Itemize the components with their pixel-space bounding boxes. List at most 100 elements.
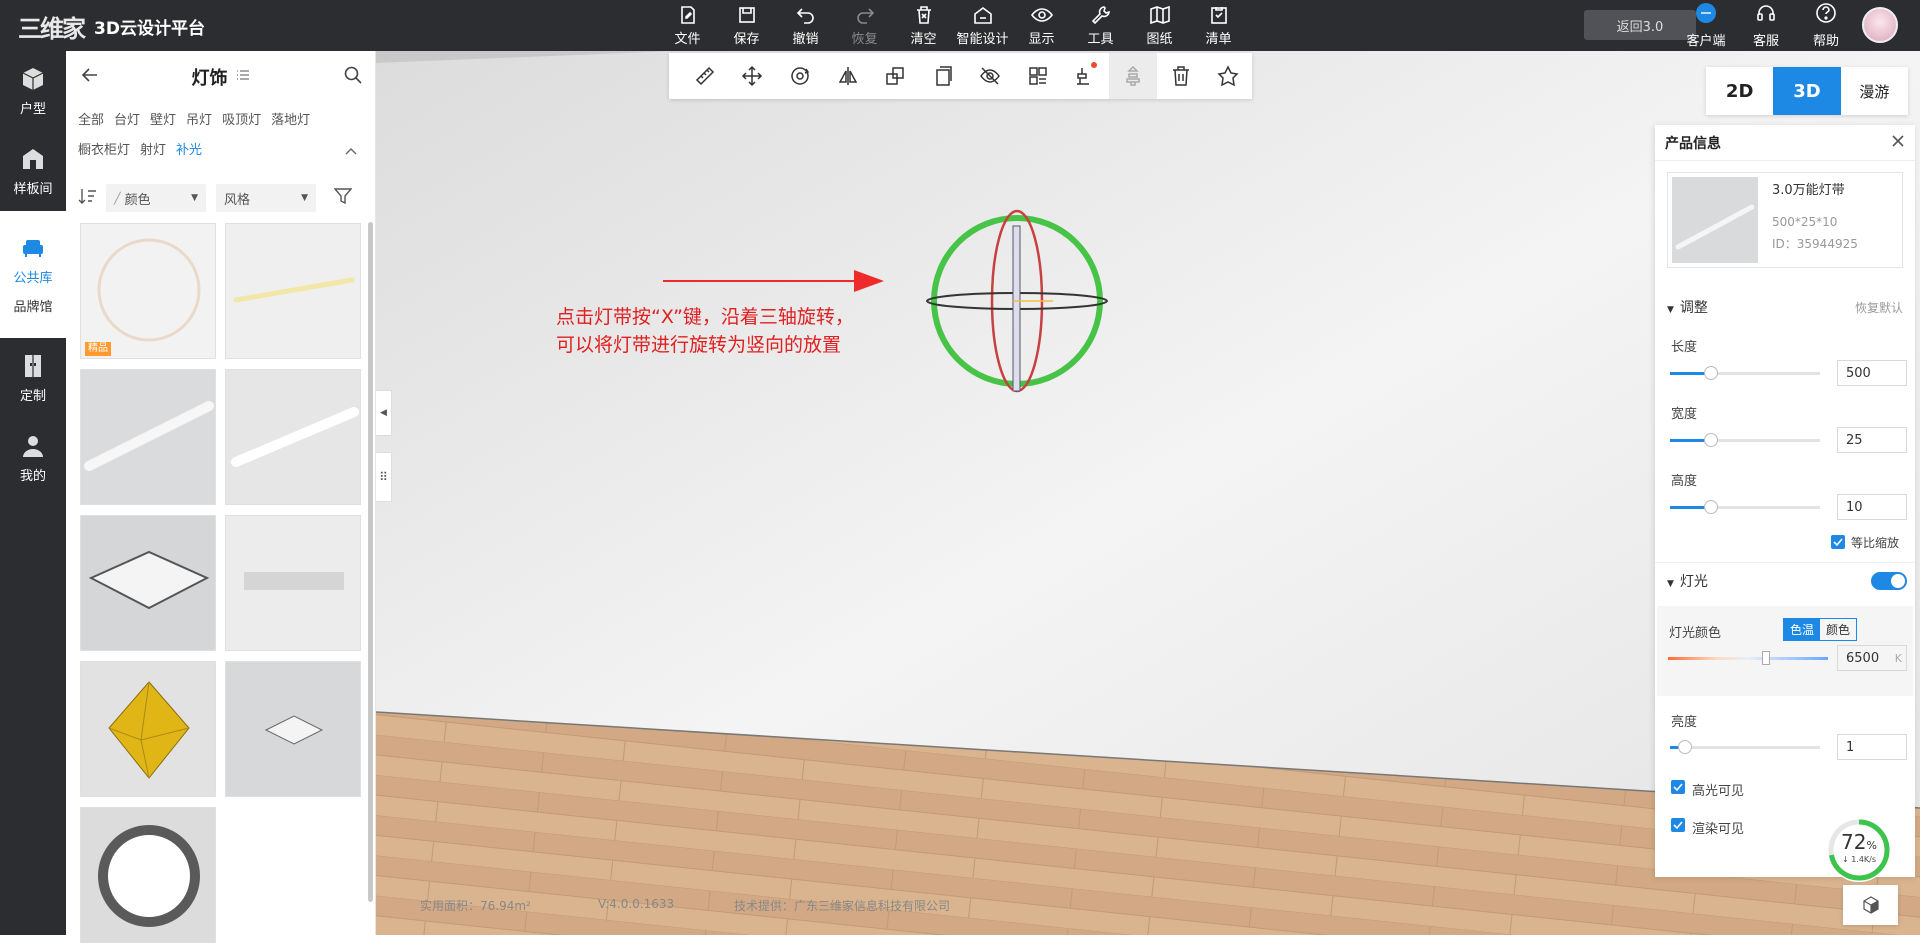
rail-item-brand-label[interactable]: 品牌馆: [13, 296, 52, 315]
slider-knob[interactable]: [1762, 651, 1770, 665]
color-filter-dropdown[interactable]: ╱ 颜色 ▼: [106, 184, 206, 212]
height-input[interactable]: 10: [1837, 494, 1907, 520]
chevron-up-icon[interactable]: [344, 145, 358, 163]
menu-undo[interactable]: 撤销: [776, 0, 835, 51]
category-wall-lamp[interactable]: 壁灯: [150, 109, 176, 128]
move-tool[interactable]: [729, 53, 777, 99]
menu-help[interactable]: 帮助: [1796, 0, 1856, 51]
grid-icon: [1029, 67, 1047, 85]
collapse-library-tab[interactable]: ◀: [376, 390, 392, 436]
menu-tools[interactable]: 工具: [1071, 0, 1130, 51]
view-3d-button[interactable]: 3D: [1773, 67, 1841, 115]
product-info-panel: 产品信息 3.0万能灯带 500*25*10 ID：35944925 ▼ 调整 恢…: [1655, 125, 1915, 877]
menu-list[interactable]: 清单: [1189, 0, 1248, 51]
library-title: 灯饰: [191, 68, 228, 89]
category-all[interactable]: 全部: [78, 109, 104, 128]
menu-client[interactable]: 客户端: [1676, 0, 1736, 51]
category-list: 全部 台灯 壁灯 吊灯 吸顶灯 落地灯 橱衣柜灯 射灯 补光: [66, 103, 346, 169]
slider-knob[interactable]: [1704, 500, 1718, 514]
caret-down-icon: ▼: [1667, 579, 1674, 589]
search-icon[interactable]: [343, 65, 363, 89]
category-ceiling-lamp[interactable]: 吸顶灯: [222, 109, 261, 128]
temperature-input[interactable]: 6500 K: [1837, 645, 1907, 671]
render-checkbox[interactable]: [1671, 818, 1685, 832]
scale-tool[interactable]: [871, 53, 919, 99]
product-card[interactable]: [225, 369, 361, 505]
logo[interactable]: 三维家 3D云设计平台: [18, 10, 205, 43]
style-filter-dropdown[interactable]: 风格 ▼: [216, 184, 316, 212]
list-icon[interactable]: [236, 68, 250, 86]
category-floor-lamp[interactable]: 落地灯: [271, 109, 310, 128]
temperature-slider[interactable]: [1668, 651, 1828, 665]
filter-icon[interactable]: [333, 187, 353, 209]
view-cube-button[interactable]: [1843, 885, 1898, 925]
measure-tool[interactable]: [681, 53, 729, 99]
menu-display[interactable]: 显示: [1012, 0, 1071, 51]
rail-item-floorplan[interactable]: 户型: [0, 51, 66, 131]
light-toggle[interactable]: [1871, 572, 1907, 590]
product-card[interactable]: [225, 661, 361, 797]
product-card[interactable]: [225, 223, 361, 359]
width-slider[interactable]: [1670, 433, 1820, 447]
slider-knob[interactable]: [1704, 366, 1718, 380]
reset-default-link[interactable]: 恢复默认: [1855, 299, 1903, 316]
specular-checkbox[interactable]: [1671, 780, 1685, 794]
rotate-tool[interactable]: [776, 53, 824, 99]
menu-save[interactable]: 保存: [717, 0, 776, 51]
length-input[interactable]: 500: [1837, 360, 1907, 386]
sort-icon[interactable]: [78, 187, 98, 209]
product-card[interactable]: [80, 369, 216, 505]
temp-mode-button[interactable]: 色温: [1784, 619, 1821, 640]
light-label: 灯光: [1679, 574, 1708, 590]
adjust-header[interactable]: ▼ 调整 恢复默认: [1655, 292, 1915, 322]
close-icon[interactable]: [1891, 134, 1905, 152]
lock-ratio-checkbox[interactable]: [1831, 535, 1845, 549]
menu-drawings[interactable]: 图纸: [1130, 0, 1189, 51]
rail-item-mine[interactable]: 我的: [0, 418, 66, 498]
lift-tool[interactable]: [1109, 53, 1157, 99]
library-scrollbar[interactable]: [368, 222, 373, 902]
copy-tool[interactable]: [919, 53, 967, 99]
product-card[interactable]: [225, 515, 361, 651]
brightness-slider[interactable]: [1670, 740, 1820, 754]
mirror-tool[interactable]: [824, 53, 872, 99]
small-panel-thumb: [264, 715, 324, 745]
menu-smart-design[interactable]: 智能设计: [953, 0, 1012, 51]
product-card[interactable]: [80, 807, 216, 943]
product-card[interactable]: [80, 661, 216, 797]
back-arrow-icon[interactable]: [80, 65, 100, 89]
menu-redo[interactable]: 恢复: [835, 0, 894, 51]
delete-tool[interactable]: [1157, 53, 1205, 99]
menu-service[interactable]: 客服: [1736, 0, 1796, 51]
category-table-lamp[interactable]: 台灯: [114, 109, 140, 128]
menu-clear[interactable]: 清空: [894, 0, 953, 51]
hide-tool[interactable]: [966, 53, 1014, 99]
panel-header: 产品信息: [1655, 125, 1915, 161]
product-card[interactable]: 精品: [80, 223, 216, 359]
view-2d-button[interactable]: 2D: [1706, 67, 1773, 115]
product-card[interactable]: [80, 515, 216, 651]
favorite-tool[interactable]: [1204, 53, 1252, 99]
slider-knob[interactable]: [1678, 740, 1692, 754]
width-input[interactable]: 25: [1837, 427, 1907, 453]
category-pendant[interactable]: 吊灯: [186, 109, 212, 128]
save-icon: [736, 4, 758, 26]
view-roam-button[interactable]: 漫游: [1841, 67, 1908, 115]
group-tool[interactable]: [1014, 53, 1062, 99]
category-spotlight[interactable]: 射灯: [140, 139, 166, 158]
paint-tool[interactable]: [1062, 53, 1110, 99]
category-cabinet-lamp[interactable]: 橱衣柜灯: [78, 139, 130, 158]
slider-knob[interactable]: [1704, 433, 1718, 447]
category-fill-light[interactable]: 补光: [176, 139, 202, 158]
height-slider[interactable]: [1670, 500, 1820, 514]
color-mode-button[interactable]: 颜色: [1820, 619, 1856, 640]
brightness-input[interactable]: 1: [1837, 734, 1907, 760]
avatar[interactable]: [1862, 7, 1898, 43]
rail-item-public[interactable]: 公共库 品牌馆: [0, 211, 66, 338]
drag-handle[interactable]: ⠿: [376, 452, 392, 502]
length-slider[interactable]: [1670, 366, 1820, 380]
rail-item-custom[interactable]: 定制: [0, 338, 66, 418]
menu-file[interactable]: 文件: [658, 0, 717, 51]
rail-item-mine-label: 我的: [19, 468, 46, 484]
rail-item-showroom[interactable]: 样板间: [0, 131, 66, 211]
